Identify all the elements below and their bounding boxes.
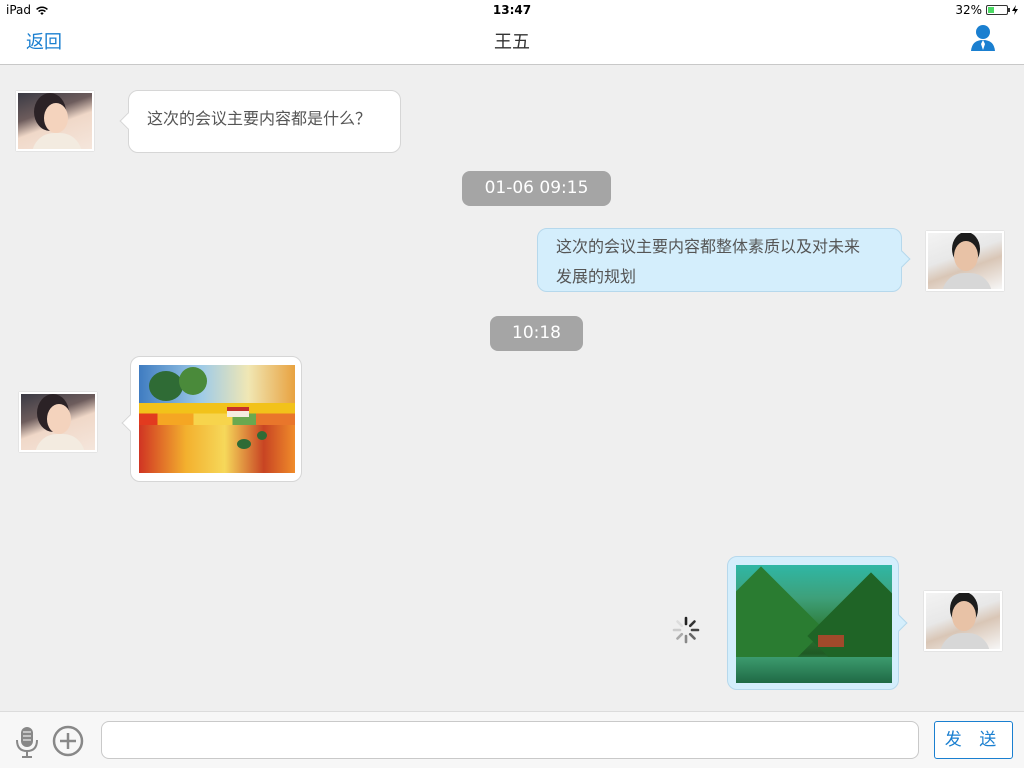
loading-spinner-icon bbox=[672, 616, 700, 644]
charging-icon bbox=[1012, 5, 1018, 15]
input-bar: 发 送 bbox=[0, 711, 1024, 768]
self-avatar[interactable] bbox=[926, 231, 1004, 291]
nav-bar: 返回 王五 bbox=[0, 20, 1024, 65]
plus-circle-icon[interactable] bbox=[52, 725, 84, 757]
message-bubble-incoming[interactable]: 这次的会议主要内容都是什么？ bbox=[119, 90, 401, 153]
message-text: 这次的会议主要内容都是什么？ bbox=[147, 109, 372, 128]
image-bubble-incoming[interactable] bbox=[121, 356, 302, 482]
status-bar: iPad 13:47 32% bbox=[0, 0, 1024, 20]
status-time: 13:47 bbox=[492, 3, 532, 17]
contact-avatar[interactable] bbox=[19, 392, 97, 452]
message-text-line: 这次的会议主要内容都整体素质以及对未来 bbox=[556, 237, 861, 256]
battery-percent: 32% bbox=[955, 3, 982, 17]
chat-title: 王五 bbox=[494, 32, 530, 53]
message-text-line: 发展的规划 bbox=[556, 267, 637, 286]
timestamp-badge: 01-06 09:15 bbox=[462, 171, 611, 206]
contact-avatar[interactable] bbox=[16, 91, 94, 151]
battery-group: 32% bbox=[955, 3, 1018, 17]
send-button[interactable]: 发 送 bbox=[934, 721, 1013, 759]
self-avatar[interactable] bbox=[924, 591, 1002, 651]
message-input[interactable] bbox=[101, 721, 919, 759]
timestamp-badge: 10:18 bbox=[490, 316, 583, 351]
person-icon[interactable] bbox=[970, 24, 996, 52]
microphone-icon[interactable] bbox=[14, 726, 40, 758]
image-bubble-outgoing[interactable] bbox=[727, 556, 908, 690]
landscape-painting-image[interactable] bbox=[139, 365, 295, 473]
battery-icon bbox=[986, 5, 1010, 15]
message-bubble-outgoing[interactable]: 这次的会议主要内容都整体素质以及对未来 发展的规划 bbox=[537, 228, 911, 292]
mountain-lake-image[interactable] bbox=[736, 565, 892, 683]
